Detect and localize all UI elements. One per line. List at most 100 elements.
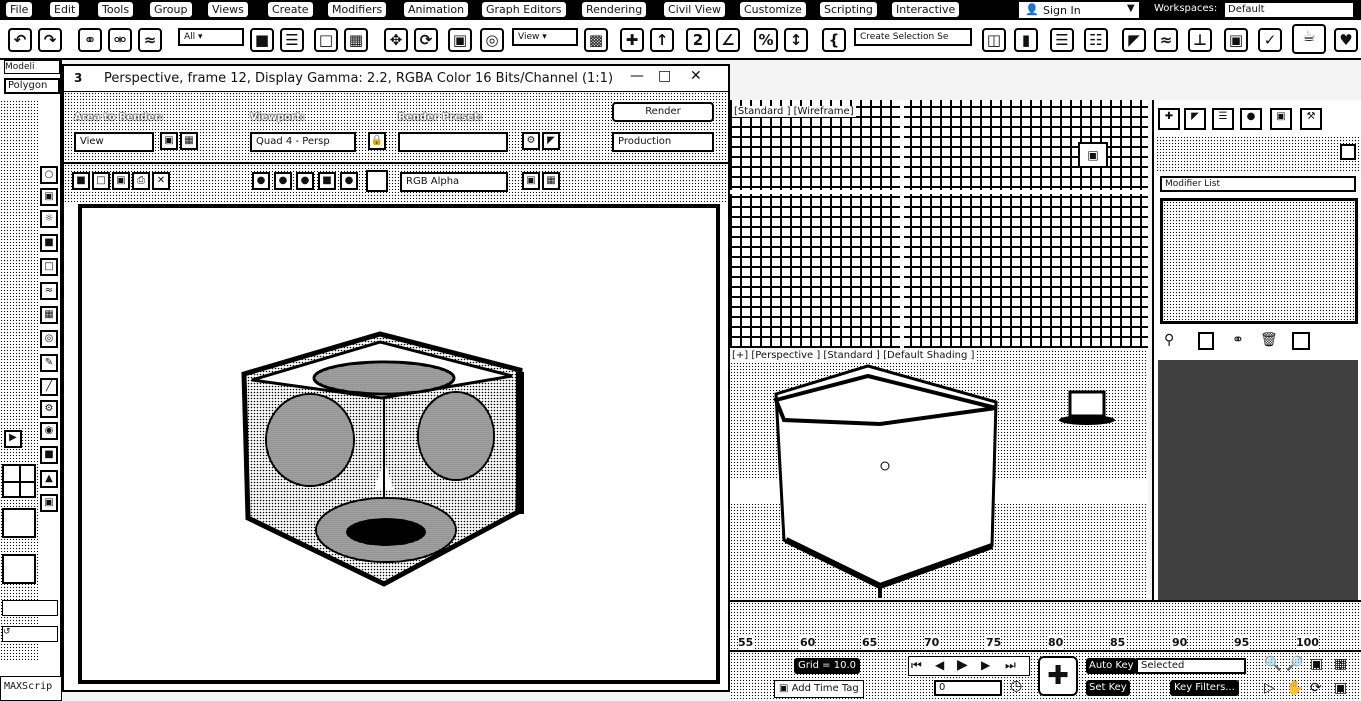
cube-tool-icon[interactable]: ▣ — [40, 494, 58, 512]
box-tool-icon[interactable]: ■ — [40, 234, 58, 252]
viewport-layout-icon[interactable] — [2, 464, 36, 498]
spinner-snap-icon[interactable]: ↕ — [784, 28, 808, 52]
modifier-list-dropdown[interactable]: Modifier List — [1160, 176, 1356, 192]
copy-image-icon[interactable]: □ — [92, 172, 110, 190]
grid-tool-icon[interactable]: ▦ — [40, 306, 58, 324]
production-dropdown[interactable]: Production — [612, 132, 714, 152]
utilities-tab-icon[interactable]: ⚒ — [1300, 108, 1322, 130]
previous-frame-icon[interactable]: ◀ — [935, 658, 944, 672]
pan-icon[interactable]: ✋ — [1286, 680, 1303, 696]
render-button[interactable]: Render — [612, 102, 714, 122]
alpha-channel-icon[interactable]: ■ — [318, 172, 336, 190]
layout-preset-1[interactable] — [2, 508, 36, 538]
align-icon[interactable]: ▮ — [1014, 28, 1038, 52]
timeline[interactable]: 55 60 65 70 75 80 85 90 95 100 — [730, 600, 1361, 650]
modifier-stack[interactable] — [1160, 198, 1358, 324]
layout-preset-2[interactable] — [2, 554, 36, 584]
show-end-result-icon[interactable] — [1198, 332, 1214, 350]
redo-icon[interactable]: ↷ — [38, 28, 62, 52]
tri-tool-icon[interactable]: ▲ — [40, 470, 58, 488]
rotate-icon[interactable]: ⟳ — [414, 28, 438, 52]
print-image-icon[interactable]: ⎙ — [132, 172, 150, 190]
zoom-extents-icon[interactable]: ▣ — [1310, 656, 1323, 672]
undo-icon[interactable]: ↶ — [8, 28, 32, 52]
make-unique-icon[interactable]: ⚭ — [1232, 332, 1244, 348]
square-tool-icon[interactable]: ■ — [40, 446, 58, 464]
minimize-icon[interactable]: — — [630, 68, 644, 84]
layer-explorer-icon[interactable]: ☷ — [1084, 28, 1108, 52]
maximize-icon[interactable]: □ — [658, 68, 671, 84]
scale-icon[interactable]: ▣ — [448, 28, 472, 52]
bind-spacewarp-icon[interactable]: ≈ — [138, 28, 162, 52]
time-config-icon[interactable]: ◷ — [1010, 678, 1022, 694]
reference-coordinate-dropdown[interactable]: View ▾ — [512, 28, 578, 46]
workspaces-dropdown[interactable]: Default — [1224, 2, 1354, 18]
menu-file[interactable]: File — [6, 2, 33, 17]
keyboard-shortcut-icon[interactable]: ↑ — [650, 28, 674, 52]
plane-tool-icon[interactable]: □ — [40, 258, 58, 276]
menu-tools[interactable]: Tools — [98, 2, 134, 17]
move-icon[interactable]: ✥ — [384, 28, 408, 52]
clear-image-icon[interactable]: ✕ — [152, 172, 170, 190]
viewport-dropdown[interactable]: Quad 4 - Persp — [250, 132, 356, 152]
zoom-all-icon[interactable]: 🔎 — [1286, 656, 1303, 672]
material-editor-icon[interactable]: ⊥ — [1188, 28, 1212, 52]
set-key-button[interactable]: Set Key — [1086, 680, 1130, 696]
object-color-swatch[interactable] — [1340, 144, 1356, 160]
play-icon[interactable]: ▶ — [4, 430, 22, 448]
gear-icon[interactable]: ⚙ — [40, 400, 58, 418]
auto-key-button[interactable]: Auto Key — [1086, 658, 1137, 674]
viewport-top[interactable]: [Standard ] [Wireframe] ▣ — [730, 100, 1148, 348]
maximize-viewport-icon[interactable]: ▣ — [1334, 680, 1347, 696]
curve-editor-icon[interactable]: ◤ — [1122, 28, 1146, 52]
left-field[interactable] — [2, 600, 58, 616]
monochrome-icon[interactable]: ● — [340, 172, 358, 190]
select-manipulate-icon[interactable]: ✚ — [620, 28, 644, 52]
window-crossing-icon[interactable]: ▦ — [344, 28, 368, 52]
blue-channel-icon[interactable]: ● — [296, 172, 314, 190]
angle-snap-icon[interactable]: ∠ — [716, 28, 740, 52]
rect-selection-icon[interactable]: □ — [314, 28, 338, 52]
next-frame-icon[interactable]: ▶ — [981, 658, 990, 672]
menu-group[interactable]: Group — [150, 2, 192, 17]
menu-civil-view[interactable]: Civil View — [664, 2, 725, 17]
area-to-render-dropdown[interactable]: View — [74, 132, 154, 152]
render-setup-small-icon[interactable]: ⚙ — [522, 132, 540, 150]
set-key-mode-icon[interactable]: ✚ — [1038, 656, 1078, 696]
auto-region-icon[interactable]: ▦ — [180, 132, 198, 150]
pen-tool-icon[interactable]: ✎ — [40, 354, 58, 372]
sphere-tool-icon[interactable]: ○ — [40, 166, 58, 184]
lock-viewport-icon[interactable]: 🔒 — [368, 132, 386, 150]
percent-snap-icon[interactable]: % — [754, 28, 778, 52]
ribbon-tab-modeling[interactable]: Modeli — [4, 60, 60, 74]
play-animation-icon[interactable]: ▶ — [957, 657, 968, 673]
render-production-icon[interactable]: ☕ — [1292, 24, 1326, 54]
clone-window-icon[interactable]: ▣ — [112, 172, 130, 190]
display-channel-dropdown[interactable]: RGB Alpha — [400, 172, 508, 192]
menu-interactive[interactable]: Interactive — [892, 2, 960, 17]
viewport-perspective[interactable]: [+] [Perspective ] [Standard ] [Default … — [730, 350, 1148, 598]
add-time-tag[interactable]: ▣ Add Time Tag — [774, 680, 864, 698]
viewcube-icon[interactable]: ▣ — [1078, 142, 1108, 168]
viewport-top-label[interactable]: [Standard ] [Wireframe] — [732, 106, 856, 117]
close-icon[interactable]: ✕ — [690, 68, 702, 84]
create-tab-icon[interactable]: ✚ — [1158, 108, 1180, 130]
environment-icon[interactable]: ◤ — [542, 132, 560, 150]
eye-icon[interactable]: ◉ — [40, 422, 58, 440]
scene-explorer-icon[interactable]: ☰ — [1050, 28, 1074, 52]
select-object-icon[interactable]: ■ — [250, 28, 274, 52]
edit-named-selection-icon[interactable]: { — [822, 28, 846, 52]
menu-views[interactable]: Views — [208, 2, 248, 17]
render-preset-dropdown[interactable] — [398, 132, 508, 152]
zoom-icon[interactable]: 🔍 — [1264, 656, 1281, 672]
menu-customize[interactable]: Customize — [740, 2, 806, 17]
red-channel-icon[interactable]: ● — [252, 172, 270, 190]
menu-graph-editors[interactable]: Graph Editors — [482, 2, 566, 17]
menu-rendering[interactable]: Rendering — [582, 2, 647, 17]
go-to-end-icon[interactable]: ⏭ — [1005, 658, 1016, 673]
snaps-toggle-icon[interactable]: 2 — [686, 28, 710, 52]
field-of-view-icon[interactable]: ▷ — [1264, 680, 1275, 696]
circle-tool-icon[interactable]: ◎ — [40, 330, 58, 348]
green-channel-icon[interactable]: ● — [274, 172, 292, 190]
place-icon[interactable]: ◎ — [480, 28, 504, 52]
